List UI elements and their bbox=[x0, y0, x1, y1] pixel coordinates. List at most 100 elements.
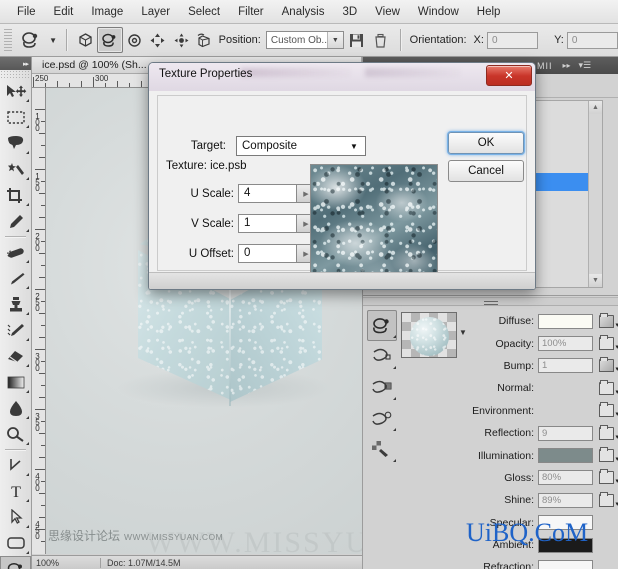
u-scale-stepper[interactable]: 4 ▶ bbox=[238, 184, 316, 203]
mode-3d-object-slide-icon[interactable] bbox=[170, 28, 194, 52]
folder-icon[interactable]: ▾ bbox=[598, 379, 618, 396]
tool-pen[interactable] bbox=[0, 452, 31, 478]
menu-item-filter[interactable]: Filter bbox=[229, 4, 273, 20]
tool-shape[interactable] bbox=[0, 530, 31, 556]
orientation-y-input[interactable]: 0 bbox=[566, 31, 618, 49]
u-offset-stepper[interactable]: 0 ▶ bbox=[238, 244, 316, 263]
tool-preset-chevron-icon[interactable]: ▼ bbox=[47, 27, 58, 53]
reflection-value[interactable]: 9 bbox=[538, 425, 593, 441]
chevron-down-icon[interactable]: ▼ bbox=[343, 142, 365, 151]
folder-icon[interactable]: ▾ bbox=[598, 469, 618, 485]
gloss-value[interactable]: 80% bbox=[538, 470, 593, 486]
tool-crop[interactable] bbox=[0, 182, 31, 208]
close-icon[interactable]: ✕ bbox=[486, 65, 532, 86]
ok-button[interactable]: OK bbox=[448, 132, 524, 154]
dialog-content: Target: Composite ▼ Texture: ice.psb U S… bbox=[157, 95, 527, 289]
position-select[interactable]: Custom Ob... ▼ bbox=[265, 31, 344, 49]
v-scale-input[interactable]: 1 bbox=[238, 214, 296, 233]
tools-collapse-button[interactable]: ▸▸ bbox=[0, 57, 31, 70]
tool-quick-selection[interactable] bbox=[0, 156, 31, 182]
tool-lasso[interactable] bbox=[0, 130, 31, 156]
panel-menu-icon[interactable]: ▾☰ bbox=[579, 60, 592, 71]
chevron-down-icon[interactable]: ▼ bbox=[326, 32, 343, 48]
menu-item-file[interactable]: File bbox=[8, 4, 45, 20]
folder-icon[interactable]: ▾ bbox=[598, 424, 618, 441]
texture-image-icon[interactable]: ▾ bbox=[598, 357, 618, 373]
scroll-up-icon[interactable]: ▲ bbox=[589, 101, 602, 114]
tool-path-selection[interactable] bbox=[0, 504, 31, 530]
menu-item-image[interactable]: Image bbox=[82, 4, 132, 20]
tool-brush[interactable] bbox=[0, 265, 31, 291]
tool-flyout-indicator bbox=[26, 229, 29, 232]
u-scale-input[interactable]: 4 bbox=[238, 184, 296, 203]
tool-eyedropper[interactable] bbox=[0, 208, 31, 234]
target-select[interactable]: Composite ▼ bbox=[236, 136, 366, 156]
material-select-chevron-icon[interactable]: ▼ bbox=[459, 328, 467, 337]
menu-item-layer[interactable]: Layer bbox=[132, 4, 179, 20]
orientation-x-label: X: bbox=[473, 34, 484, 46]
menu-item-edit[interactable]: Edit bbox=[45, 4, 83, 20]
3d-mesh-icon[interactable] bbox=[367, 341, 397, 372]
mode-3d-object-roll-icon[interactable] bbox=[123, 28, 147, 52]
tool-blur[interactable] bbox=[0, 395, 31, 421]
shine-value[interactable]: 89% bbox=[538, 492, 593, 508]
menu-item-help[interactable]: Help bbox=[468, 4, 510, 20]
tool-marquee[interactable] bbox=[0, 104, 31, 130]
property-label: Normal: bbox=[497, 382, 534, 395]
options-bar-grip[interactable] bbox=[4, 29, 13, 51]
layers-scrollbar[interactable]: ▲ ▼ bbox=[588, 101, 602, 287]
opacity-value[interactable]: 100% bbox=[538, 336, 593, 352]
mode-3d-object-rotate-icon[interactable] bbox=[97, 27, 123, 53]
mode-3d-object-pan-icon[interactable] bbox=[146, 28, 170, 52]
folder-icon[interactable]: ▾ bbox=[598, 335, 618, 351]
tool-healing-brush[interactable] bbox=[0, 239, 31, 265]
u-offset-input[interactable]: 0 bbox=[238, 244, 296, 263]
mode-3d-object-scale-cube-icon[interactable] bbox=[193, 28, 217, 52]
scroll-down-icon[interactable]: ▼ bbox=[589, 274, 602, 287]
folder-icon[interactable]: ▾ bbox=[598, 491, 618, 508]
3d-scene-icon[interactable] bbox=[367, 310, 397, 341]
menu-item-3d[interactable]: 3D bbox=[333, 4, 366, 20]
illumination-color-swatch[interactable] bbox=[538, 448, 593, 464]
diffuse-color-swatch[interactable] bbox=[538, 313, 593, 329]
tool-type[interactable]: T bbox=[0, 478, 31, 504]
texture-image-icon[interactable]: ▾ bbox=[598, 312, 618, 329]
mode-3d-object-scale-icon[interactable] bbox=[74, 28, 98, 52]
tools-grip[interactable] bbox=[0, 70, 31, 78]
tool-clone-stamp[interactable] bbox=[0, 291, 31, 317]
bump-value[interactable]: 1 bbox=[538, 358, 593, 374]
folder-icon[interactable]: ▾ bbox=[598, 402, 618, 418]
property-label: Bump: bbox=[503, 359, 534, 372]
tool-history-brush[interactable] bbox=[0, 317, 31, 343]
sphere-thumbnail bbox=[410, 317, 449, 356]
current-tool-icon[interactable] bbox=[15, 27, 47, 53]
3d-materials-icon[interactable] bbox=[367, 372, 397, 403]
cancel-button[interactable]: Cancel bbox=[448, 160, 524, 182]
menu-item-view[interactable]: View bbox=[366, 4, 409, 20]
menu-item-window[interactable]: Window bbox=[409, 4, 468, 20]
tool-dodge[interactable] bbox=[0, 421, 31, 447]
status-zoom-value[interactable]: 100% bbox=[36, 558, 94, 568]
3d-lights-icon[interactable] bbox=[367, 403, 397, 434]
menu-item-analysis[interactable]: Analysis bbox=[273, 4, 334, 20]
delete-position-icon[interactable] bbox=[368, 27, 392, 53]
3d-paint-icon[interactable] bbox=[367, 434, 397, 465]
double-chevron-right-icon[interactable]: ▸▸ bbox=[563, 61, 571, 70]
refraction-color-swatch[interactable] bbox=[538, 559, 593, 569]
property-row-refraction: Refraction: bbox=[467, 556, 615, 569]
tool-move[interactable] bbox=[0, 78, 31, 104]
save-position-icon[interactable] bbox=[344, 27, 368, 53]
tool-gradient[interactable] bbox=[0, 369, 31, 395]
property-row-gloss: Gloss: 80% ▾ bbox=[467, 467, 618, 489]
property-label: Gloss: bbox=[504, 471, 534, 484]
tool-eraser[interactable] bbox=[0, 343, 31, 369]
ruler-v-label-300: 300 bbox=[33, 352, 42, 370]
material-sphere-preview[interactable] bbox=[401, 312, 457, 358]
orientation-x-input[interactable]: 0 bbox=[486, 31, 539, 49]
panel-splitter[interactable] bbox=[363, 297, 618, 306]
menu-item-select[interactable]: Select bbox=[179, 4, 229, 20]
v-scale-stepper[interactable]: 1 ▶ bbox=[238, 214, 316, 233]
vertical-ruler[interactable]: 100 150 200 250 300 350 400 450 bbox=[32, 88, 46, 554]
folder-icon[interactable]: ▾ bbox=[598, 447, 618, 463]
tool-3d-object-rotate[interactable] bbox=[0, 556, 31, 569]
